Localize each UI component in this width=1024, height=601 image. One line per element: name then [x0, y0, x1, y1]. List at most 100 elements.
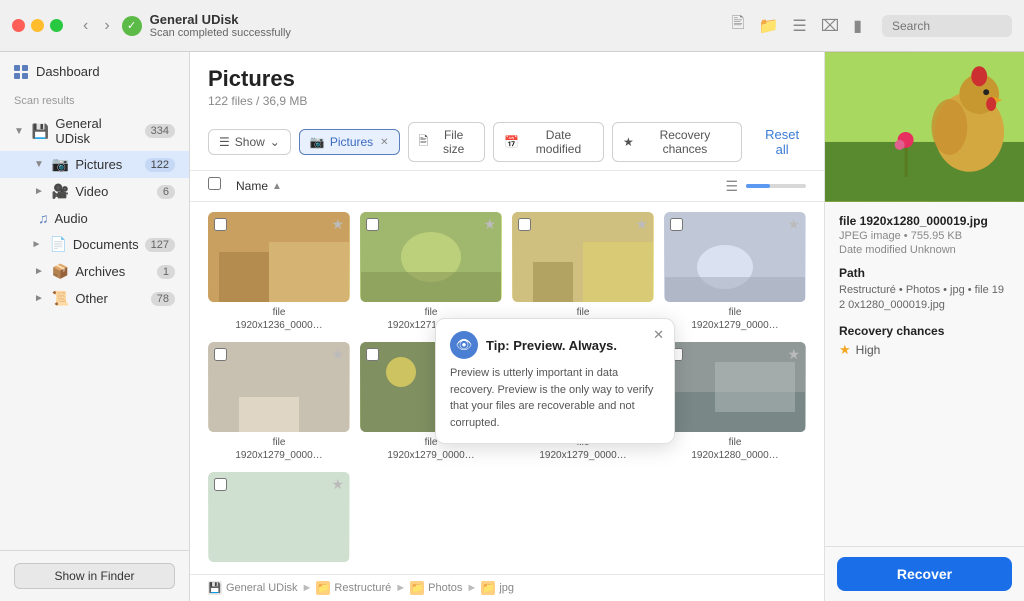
- audio-icon: ♫: [38, 210, 49, 226]
- sidebar-label-documents: Documents: [73, 237, 139, 252]
- image-label-1: file1920x1236_0000…: [235, 306, 322, 332]
- list-item: ★ file1920x1275_0000…: [512, 212, 654, 332]
- breadcrumb: 💾 General UDisk ► 📁 Restructuré ► 📁 Phot…: [190, 574, 824, 601]
- eye-icon: 👁: [450, 331, 478, 359]
- star-button-5[interactable]: ★: [331, 346, 344, 363]
- close-button[interactable]: [12, 19, 25, 32]
- filter-icon: ☰: [219, 135, 230, 149]
- star-button-1[interactable]: ★: [331, 216, 344, 233]
- breadcrumb-item-disk: 💾 General UDisk: [208, 581, 298, 595]
- show-filter-button[interactable]: ☰ Show ⌄: [208, 129, 291, 155]
- sidebar-item-pictures[interactable]: ▼ 📷 Pictures 122: [0, 151, 189, 178]
- app-subtitle: Scan completed successfully: [150, 27, 724, 39]
- folder-breadcrumb-icon-1: 📁: [316, 581, 330, 595]
- file-icon-filter: 🖹: [419, 132, 429, 153]
- image-grid-container[interactable]: ★ file1920x1236_0000… ★: [190, 202, 824, 574]
- app-title: General UDisk: [150, 12, 724, 27]
- sidebar-item-video[interactable]: ► 🎥 Video 6: [0, 178, 189, 205]
- star-button-4[interactable]: ★: [787, 216, 800, 233]
- image-checkbox-1[interactable]: [214, 218, 227, 231]
- sidebar-label-video: Video: [75, 184, 151, 199]
- image-checkbox-4[interactable]: [670, 218, 683, 231]
- panel-icon[interactable]: ▮: [853, 16, 862, 36]
- sidebar-item-other[interactable]: ► 📜 Other 78: [0, 285, 189, 312]
- recovery-chances-filter-button[interactable]: ★ Recovery chances: [612, 122, 742, 162]
- image-checkbox-6[interactable]: [366, 348, 379, 361]
- preview-image: [825, 52, 1024, 202]
- sidebar: Dashboard Scan results ▼ 💾 General UDisk…: [0, 52, 190, 601]
- reset-all-button[interactable]: Reset all: [758, 127, 806, 157]
- pictures-filter-label: Pictures: [330, 135, 373, 149]
- thumbnail-9[interactable]: [208, 472, 350, 562]
- chevron-icon-archives: ►: [34, 266, 44, 277]
- folder-breadcrumb-icon-3: 📁: [481, 581, 495, 595]
- titlebar: ‹ › ✓ General UDisk Scan completed succe…: [0, 0, 1024, 52]
- chevron-icon-pictures: ▼: [34, 159, 44, 170]
- star-button-8[interactable]: ★: [787, 346, 800, 363]
- select-all-checkbox[interactable]: [208, 177, 228, 195]
- page-title: Pictures: [208, 66, 806, 92]
- folder-breadcrumb-icon-2: 📁: [410, 581, 424, 595]
- thumbnail-1[interactable]: [208, 212, 350, 302]
- star-button-3[interactable]: ★: [635, 216, 648, 233]
- star-button-2[interactable]: ★: [483, 216, 496, 233]
- show-in-finder-button[interactable]: Show in Finder: [14, 563, 175, 589]
- sidebar-item-documents[interactable]: ► 📄 Documents 127: [0, 231, 189, 258]
- video-icon: 🎥: [52, 183, 69, 200]
- breadcrumb-item-restructure: 📁 Restructuré: [316, 581, 391, 595]
- thumbnail-2[interactable]: [360, 212, 502, 302]
- pictures-filter-button[interactable]: 📷 Pictures ✕: [299, 129, 400, 155]
- other-icon: 📜: [52, 290, 69, 307]
- nav-back-button[interactable]: ‹: [79, 15, 92, 37]
- sidebar-item-archives[interactable]: ► 📦 Archives 1: [0, 258, 189, 285]
- pictures-icon: 📷: [52, 156, 69, 173]
- recover-button[interactable]: Recover: [837, 557, 1012, 591]
- minimize-button[interactable]: [31, 19, 44, 32]
- nav-forward-button[interactable]: ›: [100, 15, 113, 37]
- all-checkbox-input[interactable]: [208, 177, 221, 190]
- tooltip-body: Preview is utterly important in data rec…: [450, 365, 660, 431]
- size-slider[interactable]: [746, 184, 806, 188]
- breadcrumb-item-jpg: 📁 jpg: [481, 581, 514, 595]
- titlebar-center: General UDisk Scan completed successfull…: [150, 12, 724, 39]
- show-label: Show: [235, 135, 265, 149]
- thumbnail-5[interactable]: [208, 342, 350, 432]
- app-body: Dashboard Scan results ▼ 💾 General UDisk…: [0, 52, 1024, 601]
- sidebar-item-audio[interactable]: ♫ Audio: [0, 205, 189, 231]
- image-checkbox-2[interactable]: [366, 218, 379, 231]
- page-subtitle: 122 files / 36,9 MB: [208, 94, 806, 108]
- path-section-title: Path: [839, 266, 1010, 280]
- filter-bar: ☰ Show ⌄ 📷 Pictures ✕ 🖹 File size 📅 Date…: [190, 114, 824, 171]
- recovery-level-label: High: [856, 343, 881, 357]
- list-view-icon[interactable]: ☰: [792, 16, 806, 36]
- tooltip-title: Tip: Preview. Always.: [486, 338, 617, 353]
- column-filter-button[interactable]: ☰: [725, 178, 738, 195]
- folder-icon[interactable]: 📁: [758, 16, 778, 36]
- image-checkbox-5[interactable]: [214, 348, 227, 361]
- thumbnail-3[interactable]: [512, 212, 654, 302]
- scan-results-label: Scan results: [0, 91, 189, 111]
- image-checkbox-9[interactable]: [214, 478, 227, 491]
- close-pictures-filter-icon[interactable]: ✕: [380, 137, 388, 148]
- thumbnail-8[interactable]: [664, 342, 806, 432]
- tooltip-close-button[interactable]: ✕: [653, 327, 664, 343]
- grid-view-icon[interactable]: ⌧: [821, 16, 839, 36]
- toolbar-icons: 🖹 📁 ☰ ⌧ ▮: [732, 12, 862, 39]
- content-header: Pictures 122 files / 36,9 MB: [190, 52, 824, 114]
- chevron-icon-other: ►: [34, 293, 44, 304]
- file-type: JPEG image • 755.95 KB: [839, 230, 1010, 242]
- image-checkbox-3[interactable]: [518, 218, 531, 231]
- tooltip-overlay: ✕ 👁 Tip: Preview. Always. Preview is utt…: [435, 318, 675, 444]
- image-label-5: file1920x1279_0000…: [235, 436, 322, 462]
- date-modified-filter-button[interactable]: 📅 Date modified: [493, 122, 604, 162]
- maximize-button[interactable]: [50, 19, 63, 32]
- sidebar-item-general-udisk[interactable]: ▼ 💾 General UDisk 334: [0, 111, 189, 151]
- count-general-udisk: 334: [145, 124, 175, 138]
- file-size-filter-button[interactable]: 🖹 File size: [408, 122, 485, 162]
- search-input[interactable]: [882, 15, 1012, 37]
- file-icon[interactable]: 🖹: [732, 12, 745, 39]
- sidebar-item-dashboard[interactable]: Dashboard: [0, 52, 189, 91]
- thumbnail-4[interactable]: [664, 212, 806, 302]
- count-archives: 1: [157, 265, 175, 279]
- star-button-9[interactable]: ★: [331, 476, 344, 493]
